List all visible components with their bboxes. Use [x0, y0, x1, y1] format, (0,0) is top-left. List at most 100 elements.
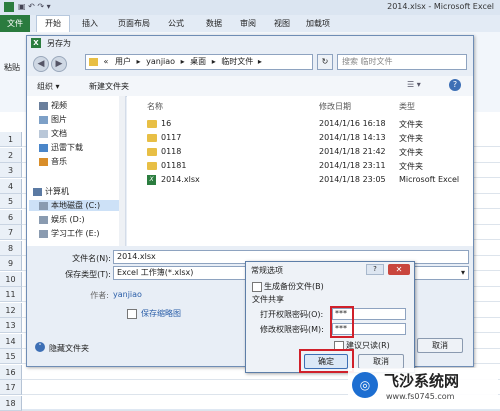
quick-access-toolbar[interactable]: ▣ ↶ ↷ ▾ [18, 2, 51, 11]
file-name: 01181 [161, 161, 187, 170]
column-type[interactable]: 类型 [399, 101, 415, 112]
row-header[interactable]: 10 [0, 271, 22, 287]
breadcrumb-yanjiao[interactable]: yanjiao [146, 57, 175, 66]
scrollbar[interactable] [119, 96, 125, 246]
paste-label[interactable]: 粘贴 [4, 62, 20, 73]
picture-icon [39, 115, 48, 124]
help-icon[interactable]: ? [366, 264, 384, 275]
options-cancel-button[interactable]: 取消 [358, 354, 404, 369]
grid-line [22, 409, 500, 411]
row-header[interactable]: 3 [0, 163, 22, 178]
hide-folders-toggle[interactable]: 隐藏文件夹 [49, 343, 89, 354]
breadcrumb-temp[interactable]: 临时文件 [221, 57, 253, 66]
row-header[interactable]: 8 [0, 240, 22, 256]
cancel-button[interactable]: 取消 [417, 338, 463, 353]
tab-home[interactable]: 开始 [36, 15, 70, 32]
backup-checkbox[interactable] [252, 282, 262, 292]
nav-item-documents[interactable]: 文档 [39, 128, 67, 139]
nav-label: 计算机 [45, 187, 69, 196]
row-header[interactable]: 5 [0, 194, 22, 209]
backup-label: 生成备份文件(B) [264, 282, 324, 291]
file-row[interactable]: 0117 2014/1/18 14:13 文件夹 [127, 132, 467, 145]
row-header[interactable]: 18 [0, 395, 22, 411]
help-icon[interactable]: ? [449, 79, 461, 91]
row-header[interactable]: 7 [0, 225, 22, 240]
file-row[interactable]: X 2014.xlsx 2014/1/18 23:05 Microsoft Ex… [127, 174, 467, 187]
computer-icon [33, 187, 42, 196]
collapse-icon[interactable]: ˄ [35, 342, 45, 352]
excel-file-icon: X [147, 175, 156, 185]
document-icon [39, 129, 48, 138]
nav-label: 娱乐 (D:) [51, 215, 85, 224]
nav-label: 学习工作 (E:) [51, 229, 100, 238]
thumbnail-checkbox[interactable] [127, 309, 137, 319]
organize-button[interactable]: 组织 ▾ [37, 81, 60, 92]
breadcrumb-back[interactable]: « [104, 57, 109, 66]
new-folder-button[interactable]: 新建文件夹 [89, 81, 129, 92]
file-row[interactable]: 16 2014/1/16 16:18 文件夹 [127, 118, 467, 131]
nav-item-pictures[interactable]: 图片 [39, 114, 67, 125]
sharing-label: 文件共享 [252, 295, 284, 304]
refresh-icon[interactable]: ↻ [317, 54, 333, 70]
nav-item-thunder[interactable]: 迅雷下载 [39, 142, 83, 153]
file-type: 文件夹 [399, 134, 423, 143]
close-icon[interactable]: ✕ [388, 264, 410, 275]
author-value[interactable]: yanjiao [113, 290, 142, 299]
file-row[interactable]: 0118 2014/1/18 21:42 文件夹 [127, 146, 467, 159]
options-title: 常规选项 [251, 266, 283, 275]
chevron-right-icon: ▸ [180, 57, 185, 66]
tab-data[interactable]: 数据 [206, 18, 222, 29]
row-header[interactable]: 16 [0, 364, 22, 380]
file-date: 2014/1/16 16:18 [319, 119, 386, 128]
row-header[interactable]: 14 [0, 333, 22, 349]
back-icon[interactable]: ◀ [33, 56, 49, 72]
row-header[interactable]: 13 [0, 318, 22, 333]
nav-item-drive-c[interactable]: 本地磁盘 (C:) [29, 200, 121, 211]
file-type: Microsoft Excel [399, 175, 460, 184]
tab-review[interactable]: 审阅 [240, 18, 256, 29]
chevron-right-icon: ▸ [211, 57, 216, 66]
breadcrumb-users[interactable]: 用户 [115, 57, 131, 66]
tab-insert[interactable]: 插入 [82, 18, 98, 29]
watermark-name: 飞沙系统网 [384, 372, 460, 390]
chevron-down-icon: ▾ [460, 268, 465, 277]
nav-item-drive-d[interactable]: 娱乐 (D:) [39, 214, 85, 225]
row-header[interactable]: 6 [0, 209, 22, 225]
file-row[interactable]: 01181 2014/1/18 23:11 文件夹 [127, 160, 467, 173]
nav-item-computer[interactable]: 计算机 [33, 186, 69, 197]
row-header[interactable]: 11 [0, 287, 22, 302]
modify-password-label: 修改权限密码(M): [260, 325, 324, 334]
row-header[interactable]: 17 [0, 380, 22, 395]
nav-item-drive-e[interactable]: 学习工作 (E:) [39, 228, 100, 239]
open-password-label: 打开权限密码(O): [260, 310, 324, 319]
file-name: 2014.xlsx [161, 175, 200, 184]
view-options-icon[interactable]: ☰ ▾ [407, 80, 421, 89]
breadcrumb-desktop[interactable]: 桌面 [190, 57, 206, 66]
tab-page-layout[interactable]: 页面布局 [118, 18, 150, 29]
general-options-dialog: 常规选项 ? ✕ 生成备份文件(B) 文件共享 打开权限密码(O): *** 修… [245, 261, 415, 373]
drive-icon [39, 201, 48, 210]
tab-file[interactable]: 文件 [0, 15, 30, 32]
nav-item-music[interactable]: 音乐 [39, 156, 67, 167]
tab-view[interactable]: 视图 [274, 18, 290, 29]
excel-app-icon[interactable] [4, 2, 14, 12]
nav-item-videos[interactable]: 视频 [39, 100, 67, 111]
row-header[interactable]: 4 [0, 178, 22, 194]
dialog-title: 另存为 [47, 39, 71, 48]
folder-icon [89, 57, 98, 66]
column-date[interactable]: 修改日期 [319, 101, 351, 112]
column-name[interactable]: 名称 [147, 101, 163, 112]
row-header[interactable]: 12 [0, 302, 22, 318]
file-date: 2014/1/18 23:11 [319, 161, 386, 170]
row-header[interactable]: 2 [0, 147, 22, 163]
row-header[interactable]: 9 [0, 256, 22, 271]
forward-icon[interactable]: ▶ [51, 56, 67, 72]
folder-icon [147, 119, 157, 128]
row-header[interactable]: 15 [0, 349, 22, 364]
address-bar[interactable]: « 用户 ▸ yanjiao ▸ 桌面 ▸ 临时文件 ▸ [85, 54, 313, 70]
file-date: 2014/1/18 21:42 [319, 147, 386, 156]
tab-addins[interactable]: 加载项 [306, 18, 330, 29]
row-header[interactable]: 1 [0, 132, 22, 147]
search-input[interactable]: 搜索 临时文件 [337, 54, 467, 70]
tab-formulas[interactable]: 公式 [168, 18, 184, 29]
